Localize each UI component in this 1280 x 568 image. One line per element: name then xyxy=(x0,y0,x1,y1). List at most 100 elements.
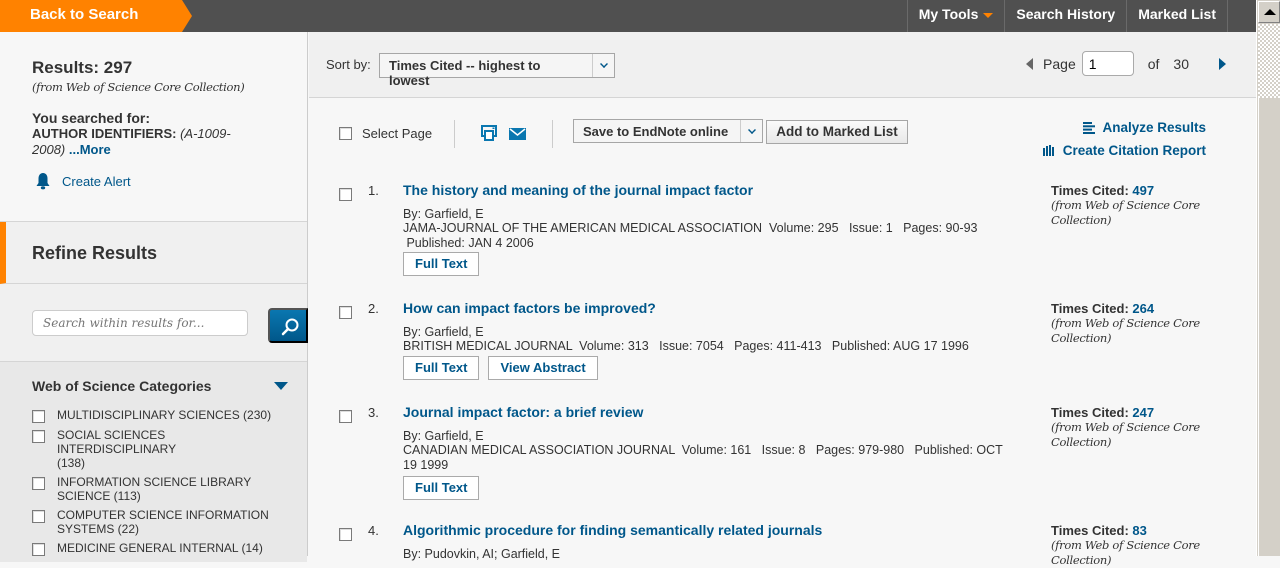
record-source: BRITISH MEDICAL JOURNAL Volume: 313 Issu… xyxy=(403,339,969,353)
category-item[interactable]: INFORMATION SCIENCE LIBRARY SCIENCE (113… xyxy=(32,475,307,503)
left-sidebar: Results: 297 (from Web of Science Core C… xyxy=(0,32,308,562)
times-cited-source: (from Web of Science Core Collection) xyxy=(1051,316,1200,345)
pagination: Page of 30 xyxy=(1026,51,1256,76)
times-cited-link[interactable]: 497 xyxy=(1132,183,1154,198)
record-title-link[interactable]: Algorithmic procedure for finding semant… xyxy=(403,522,822,538)
full-text-button[interactable]: Full Text xyxy=(403,476,480,500)
select-page-checkbox[interactable] xyxy=(339,127,352,140)
times-cited-source: (from Web of Science Core Collection) xyxy=(1051,538,1200,567)
record-body: How can impact factors be improved? By: … xyxy=(403,300,1013,380)
times-cited-link[interactable]: 264 xyxy=(1132,301,1154,316)
scroll-track[interactable] xyxy=(1258,24,1280,98)
sort-dropdown-button[interactable] xyxy=(592,54,614,77)
search-history-link[interactable]: Search History xyxy=(1004,0,1126,32)
record-authors: By: Garfield, E xyxy=(403,325,484,339)
times-cited-label: Times Cited: 83 xyxy=(1051,523,1147,538)
record-title-link[interactable]: How can impact factors be improved? xyxy=(403,300,656,316)
refine-search-area xyxy=(0,284,308,362)
query-field: AUTHOR IDENTIFIERS: xyxy=(32,126,177,141)
search-within-results-button[interactable] xyxy=(268,308,308,343)
record-checkbox[interactable] xyxy=(339,410,352,423)
sort-by-select[interactable]: Times Cited -- highest to lowest xyxy=(379,53,615,88)
record-authors: By: Garfield, E xyxy=(403,207,484,221)
analyze-results-link[interactable]: Analyze Results xyxy=(1083,120,1206,135)
record-source: JAMA-JOURNAL OF THE AMERICAN MEDICAL ASS… xyxy=(403,221,978,235)
category-item[interactable]: MULTIDISCIPLINARY SCIENCES (230) xyxy=(32,408,307,423)
full-text-button[interactable]: Full Text xyxy=(403,252,480,276)
analyze-results-label: Analyze Results xyxy=(1102,120,1206,135)
analyze-list-icon xyxy=(1083,121,1096,134)
previous-page-icon[interactable] xyxy=(1026,57,1034,70)
scroll-up-arrow-icon[interactable] xyxy=(1258,1,1280,23)
record-actions: Full Text xyxy=(403,476,1013,500)
add-to-marked-list-button[interactable]: Add to Marked List xyxy=(766,120,908,144)
chevron-down-icon xyxy=(599,60,608,68)
marked-list-link[interactable]: Marked List xyxy=(1126,0,1228,32)
times-cited: Times Cited: 497 (from Web of Science Co… xyxy=(1051,183,1221,228)
record-actions: Full Text View Abstract xyxy=(403,356,1013,380)
create-alert-link[interactable]: Create Alert xyxy=(32,172,307,190)
page-number-input[interactable] xyxy=(1081,51,1134,76)
record-checkbox[interactable] xyxy=(339,188,352,201)
times-cited: Times Cited: 247 (from Web of Science Co… xyxy=(1051,405,1221,450)
more-link[interactable]: ...More xyxy=(69,142,111,157)
record-checkbox[interactable] xyxy=(339,528,352,541)
category-checkbox[interactable] xyxy=(32,430,45,443)
category-item[interactable]: SOCIAL SCIENCES INTERDISCIPLINARY (138) xyxy=(32,428,307,470)
times-cited-link[interactable]: 247 xyxy=(1132,405,1154,420)
create-citation-report-link[interactable]: Create Citation Report xyxy=(1042,143,1206,158)
toolbar-divider xyxy=(552,120,553,148)
record-checkbox[interactable] xyxy=(339,306,352,319)
category-item[interactable]: COMPUTER SCIENCE INFORMATION SYSTEMS (22… xyxy=(32,508,307,536)
next-page-icon[interactable] xyxy=(1219,57,1226,70)
select-page-toggle[interactable]: Select Page xyxy=(339,126,432,141)
record-title-link[interactable]: Journal impact factor: a brief review xyxy=(403,404,643,420)
record-published: Published: JAN 4 2006 xyxy=(403,236,534,250)
my-tools-menu[interactable]: My Tools xyxy=(906,0,1005,32)
results-source-note: (from Web of Science Core Collection) xyxy=(32,80,245,94)
record-title-link[interactable]: The history and meaning of the journal i… xyxy=(403,182,753,198)
record-body: Algorithmic procedure for finding semant… xyxy=(403,522,1013,561)
times-cited-label: Times Cited: 264 xyxy=(1051,301,1155,316)
email-icon[interactable] xyxy=(509,128,526,140)
category-label: COMPUTER SCIENCE INFORMATION SYSTEMS (22… xyxy=(57,508,269,536)
view-abstract-button[interactable]: View Abstract xyxy=(488,356,598,380)
collapse-caret-icon[interactable] xyxy=(274,382,288,390)
print-icon[interactable] xyxy=(481,125,497,141)
category-checkbox[interactable] xyxy=(32,410,45,423)
search-within-results-input[interactable] xyxy=(32,310,248,336)
endnote-dropdown-button[interactable] xyxy=(740,120,762,142)
back-to-search-label: Back to Search xyxy=(30,6,139,23)
category-item[interactable]: MEDICINE GENERAL INTERNAL (14) xyxy=(32,541,307,556)
dropdown-caret-icon xyxy=(983,12,994,18)
chevron-down-icon xyxy=(747,125,756,134)
category-checkbox[interactable] xyxy=(32,510,45,523)
scroll-thumb[interactable] xyxy=(1258,98,1280,556)
times-cited-source: (from Web of Science Core Collection) xyxy=(1051,198,1200,227)
full-text-button[interactable]: Full Text xyxy=(403,356,480,380)
page-label: Page xyxy=(1043,55,1076,72)
record-body: The history and meaning of the journal i… xyxy=(403,182,1013,276)
record-source: CANADIAN MEDICAL ASSOCIATION JOURNAL Vol… xyxy=(403,443,1007,472)
times-cited-link[interactable]: 83 xyxy=(1132,523,1146,538)
category-label: SOCIAL SCIENCES INTERDISCIPLINARY (138) xyxy=(57,428,176,470)
record-authors: By: Pudovkin, AI; Garfield, E xyxy=(403,547,561,561)
search-icon xyxy=(281,318,299,336)
sort-selected-value: Times Cited -- highest to lowest xyxy=(389,58,541,88)
times-cited: Times Cited: 83 (from Web of Science Cor… xyxy=(1051,523,1221,568)
back-to-search-button[interactable]: Back to Search xyxy=(0,0,192,32)
wos-categories-panel: Web of Science Categories MULTIDISCIPLIN… xyxy=(0,362,307,562)
category-checkbox[interactable] xyxy=(32,543,45,556)
search-query: AUTHOR IDENTIFIERS: (A-1009-2008) ...Mor… xyxy=(32,126,252,158)
refine-results-heading: Refine Results xyxy=(0,222,307,284)
category-label: MULTIDISCIPLINARY SCIENCES (230) xyxy=(57,408,272,422)
category-list: MULTIDISCIPLINARY SCIENCES (230) SOCIAL … xyxy=(32,408,307,556)
total-pages: 30 xyxy=(1173,55,1189,72)
record-number: 2. xyxy=(368,301,379,316)
record-number: 4. xyxy=(368,523,379,538)
vertical-scrollbar[interactable] xyxy=(1256,0,1280,556)
create-alert-label: Create Alert xyxy=(62,173,131,189)
save-to-endnote-select[interactable]: Save to EndNote online xyxy=(573,119,763,143)
top-navigation-bar: Back to Search My Tools Search History M… xyxy=(0,0,1256,32)
category-checkbox[interactable] xyxy=(32,477,45,490)
